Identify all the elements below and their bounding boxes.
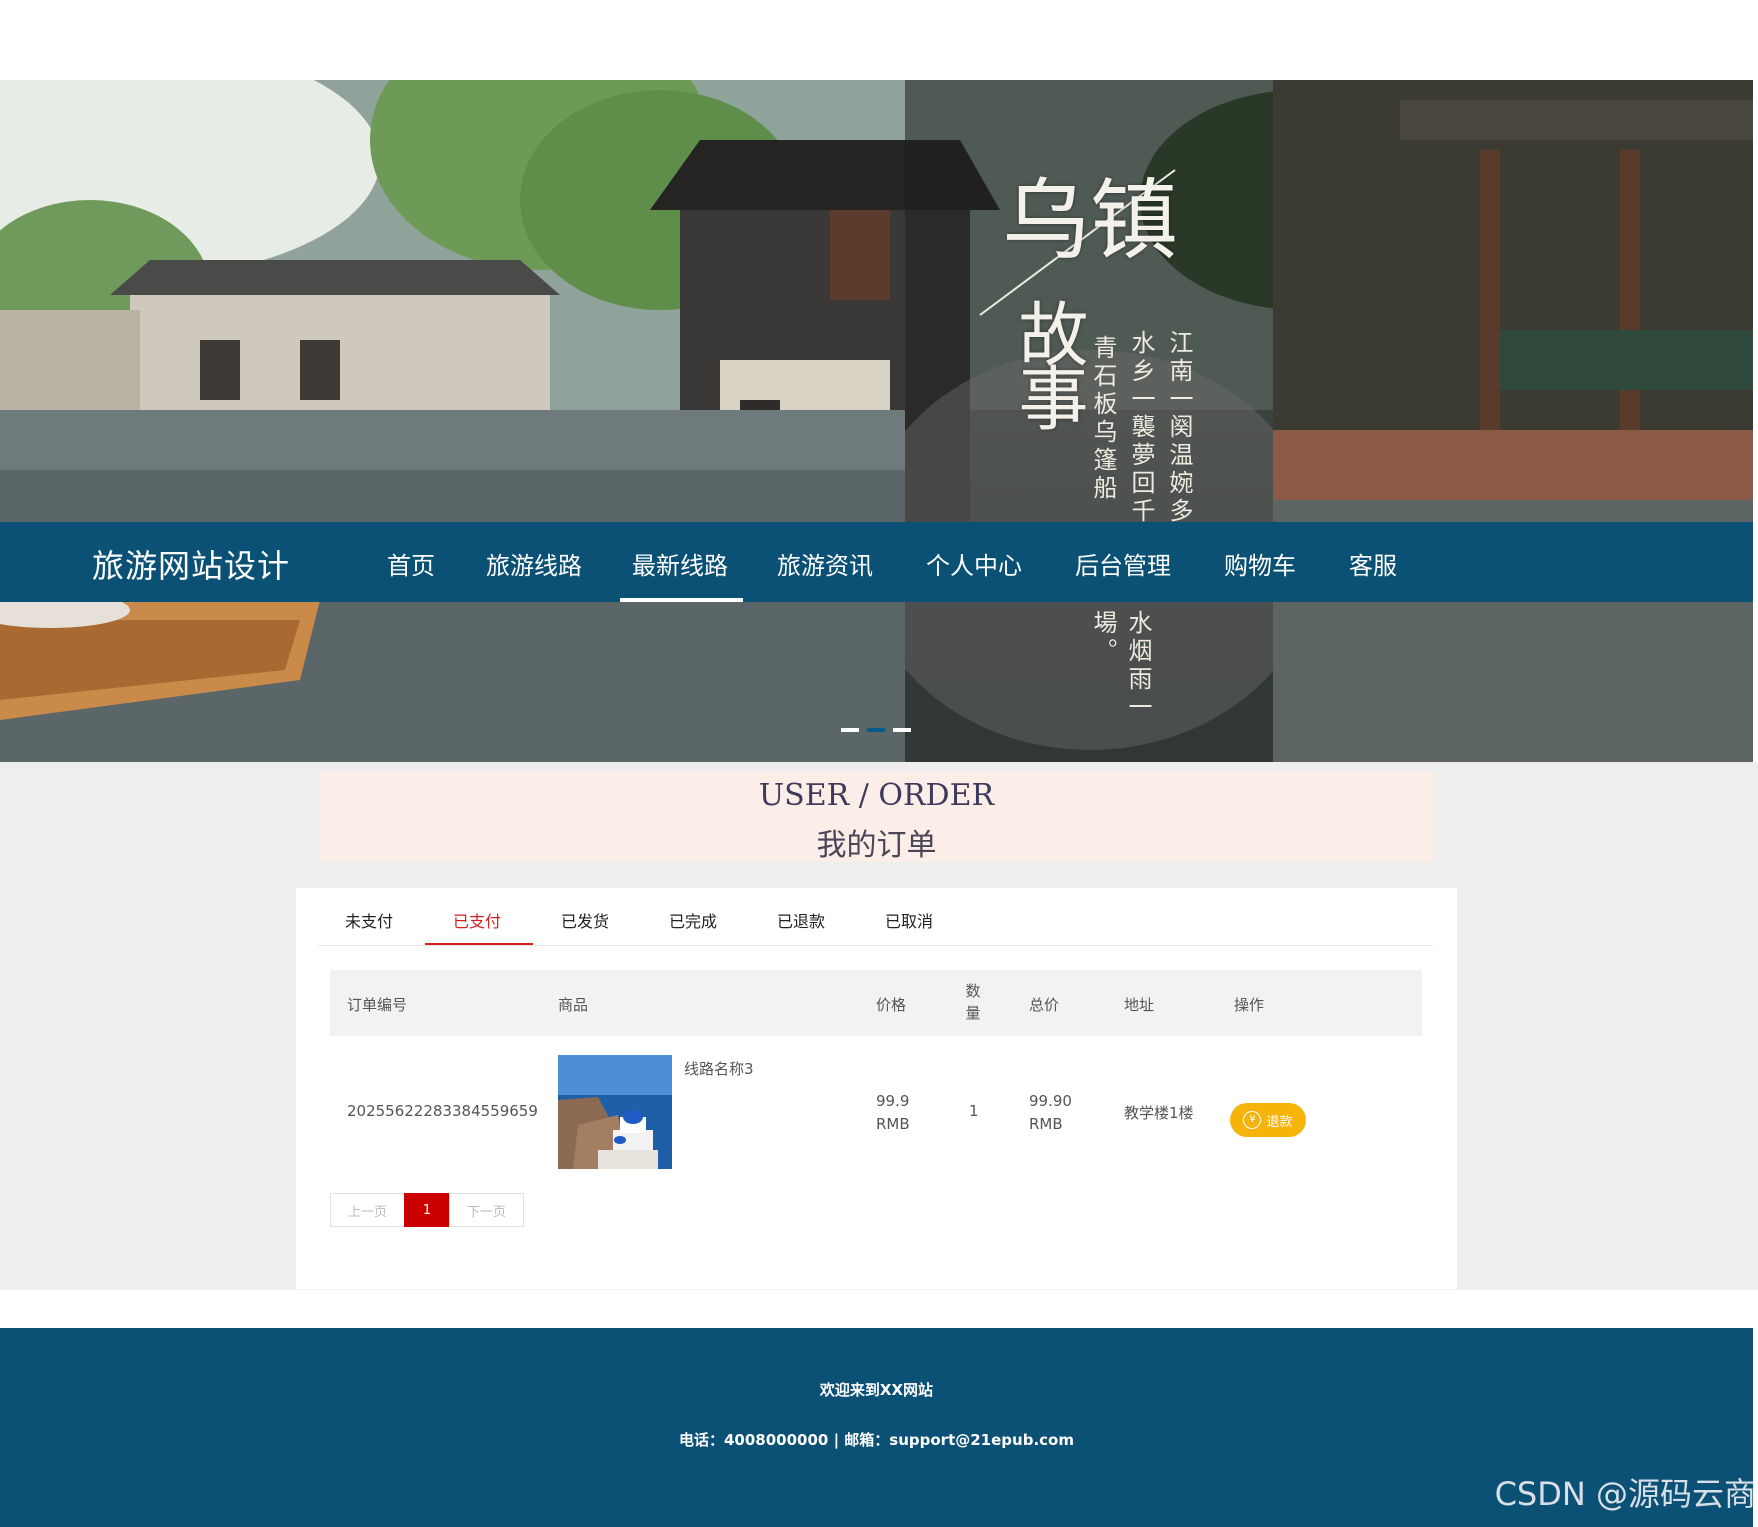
- nav-item-travel-news[interactable]: 旅游资讯: [777, 546, 873, 581]
- header-product: 商品: [558, 996, 589, 1014]
- page-title-cn: 我的订单: [816, 828, 937, 863]
- product-name[interactable]: 线路名称3: [684, 1058, 754, 1079]
- tab-unpaid[interactable]: 未支付: [345, 908, 393, 932]
- banner-title-line1: 乌镇: [1002, 169, 1179, 272]
- nav-active-indicator: [620, 598, 743, 602]
- total-unit: RMB: [1029, 1115, 1063, 1133]
- carousel-dot-2[interactable]: [867, 728, 885, 732]
- banner-poem-lower: 水烟雨一場。: [1089, 610, 1152, 722]
- tab-refunded[interactable]: 已退款: [777, 908, 825, 932]
- nav-item-cart[interactable]: 购物车: [1224, 546, 1296, 581]
- banner-scenery-image: [0, 80, 1753, 762]
- page-title-en: USER / ORDER: [758, 778, 995, 813]
- prev-page-button[interactable]: 上一页: [330, 1193, 405, 1227]
- order-number: 20255622283384559659: [347, 1102, 538, 1120]
- header-price: 价格: [876, 996, 907, 1014]
- address-value: 教学楼1楼: [1124, 1104, 1194, 1122]
- nav-item-home[interactable]: 首页: [387, 546, 435, 581]
- total-value: 99.90: [1029, 1092, 1072, 1110]
- product-image: [558, 1055, 672, 1169]
- pagination: 上一页 1 下一页: [330, 1193, 524, 1227]
- refund-button[interactable]: ¥ 退款: [1230, 1103, 1306, 1137]
- carousel-indicators: [841, 728, 911, 732]
- order-status-tabs: 未支付 已支付 已发货 已完成 已退款 已取消: [318, 888, 1433, 946]
- carousel-dot-3[interactable]: [893, 728, 911, 732]
- header-order-no: 订单编号: [347, 996, 408, 1014]
- orders-panel: 未支付 已支付 已发货 已完成 已退款 已取消 订单编号 商品 价格 数 量 总…: [296, 888, 1457, 1289]
- refund-button-label: 退款: [1266, 1114, 1293, 1130]
- nav-item-admin[interactable]: 后台管理: [1075, 546, 1171, 581]
- total-cell: 99.90 RMB: [1029, 1090, 1072, 1136]
- hero-banner: 乌镇 故事 江南一阕温婉多 水乡一襲夢回千 青石板乌篷船 水烟雨一場。: [0, 80, 1753, 762]
- nav-item-latest-routes[interactable]: 最新线路: [632, 546, 728, 581]
- nav-item-travel-routes[interactable]: 旅游线路: [486, 546, 582, 581]
- header-action: 操作: [1234, 996, 1265, 1014]
- active-tab-indicator: [425, 943, 533, 945]
- page-1-button[interactable]: 1: [404, 1193, 450, 1227]
- footer-welcome: 欢迎来到XX网站: [819, 1381, 934, 1399]
- watermark: CSDN @源码云商: [1494, 1475, 1756, 1513]
- footer-contact: 电话：4008000000 | 邮箱：support@21epub.com: [679, 1431, 1074, 1449]
- nav-item-service[interactable]: 客服: [1349, 546, 1397, 581]
- orders-table-header: 订单编号 商品 价格 数 量 总价 地址 操作: [330, 970, 1422, 1036]
- quantity-value: 1: [969, 1102, 979, 1120]
- main-nav: 旅游网站设计 首页 旅游线路 最新线路 旅游资讯 个人中心 后台管理 购物车 客…: [0, 522, 1753, 602]
- header-quantity-top: 数: [965, 982, 981, 1000]
- page-title-box: USER / ORDER 我的订单: [320, 772, 1433, 863]
- nav-item-user-center[interactable]: 个人中心: [926, 546, 1022, 581]
- site-footer: 欢迎来到XX网站 电话：4008000000 | 邮箱：support@21ep…: [0, 1328, 1753, 1527]
- tab-paid[interactable]: 已支付: [453, 908, 501, 932]
- header-quantity-bottom: 量: [965, 1004, 981, 1022]
- tab-cancelled[interactable]: 已取消: [885, 908, 933, 932]
- product-thumbnail[interactable]: [558, 1055, 672, 1169]
- banner-title-line2: 故事: [1007, 298, 1089, 426]
- header-quantity: 数 量: [964, 980, 982, 1024]
- header-total: 总价: [1029, 996, 1060, 1014]
- price-value: 99.9: [876, 1092, 910, 1110]
- next-page-button[interactable]: 下一页: [449, 1193, 524, 1227]
- carousel-dot-1[interactable]: [841, 728, 859, 732]
- tab-shipped[interactable]: 已发货: [561, 908, 609, 932]
- price-unit: RMB: [876, 1115, 910, 1133]
- table-row: 20255622283384559659 线路名称3 99.9 RMB 1 99…: [330, 1048, 1422, 1169]
- tab-completed[interactable]: 已完成: [669, 908, 717, 932]
- yen-coin-icon: ¥: [1243, 1111, 1262, 1129]
- site-brand[interactable]: 旅游网站设计: [92, 541, 290, 587]
- price-cell: 99.9 RMB: [876, 1090, 910, 1136]
- header-address: 地址: [1124, 996, 1155, 1014]
